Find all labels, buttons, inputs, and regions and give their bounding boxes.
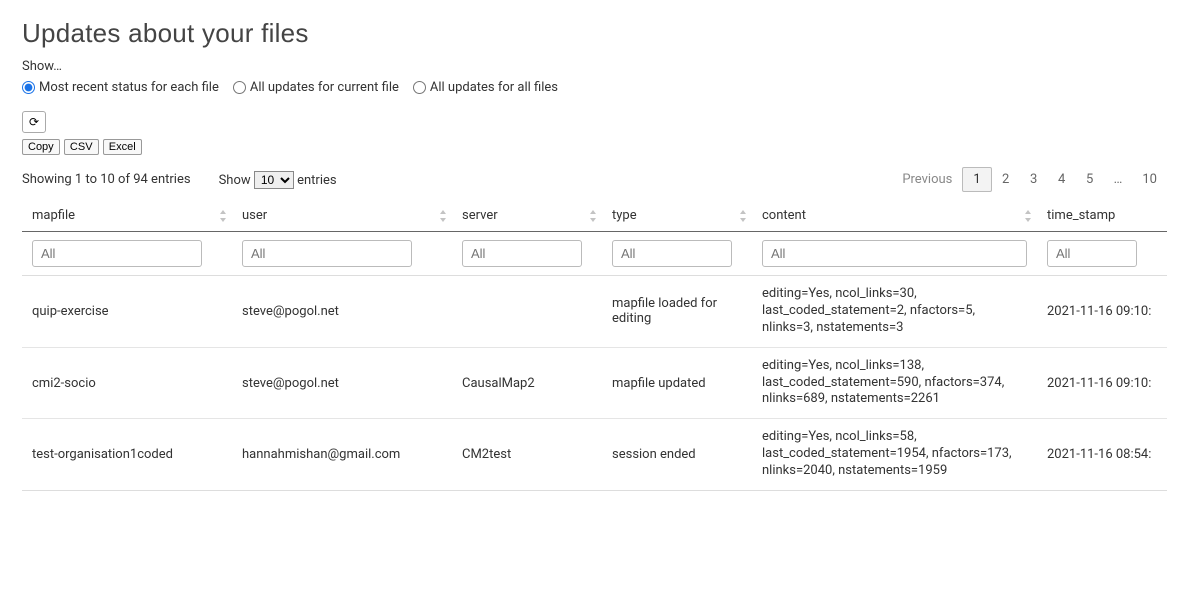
cell-user: steve@pogol.net bbox=[232, 276, 452, 348]
cell-type: mapfile updated bbox=[602, 347, 752, 419]
filter-mapfile[interactable] bbox=[32, 240, 202, 267]
col-header-server-label: server bbox=[462, 208, 498, 223]
sort-icon bbox=[220, 210, 226, 222]
col-header-type[interactable]: type bbox=[602, 200, 752, 232]
radio-current-file[interactable]: All updates for current file bbox=[233, 80, 399, 95]
copy-button[interactable]: Copy bbox=[22, 139, 60, 155]
page-5[interactable]: 5 bbox=[1076, 168, 1104, 191]
col-header-content-label: content bbox=[762, 208, 806, 223]
cell-content: editing=Yes, ncol_links=58, last_coded_s… bbox=[752, 419, 1037, 491]
length-menu-show: Show bbox=[219, 173, 251, 188]
radio-most-recent[interactable]: Most recent status for each file bbox=[22, 80, 219, 95]
refresh-button[interactable]: ⟳ bbox=[22, 111, 46, 133]
radio-all-files-label: All updates for all files bbox=[430, 80, 558, 95]
refresh-icon: ⟳ bbox=[29, 115, 39, 129]
cell-type: session ended bbox=[602, 419, 752, 491]
page-10[interactable]: 10 bbox=[1132, 168, 1167, 191]
show-label: Show… bbox=[22, 59, 1167, 74]
page-previous[interactable]: Previous bbox=[892, 168, 962, 191]
cell-timestamp: 2021-11-16 08:54: bbox=[1037, 419, 1167, 491]
col-header-user[interactable]: user bbox=[232, 200, 452, 232]
col-header-server[interactable]: server bbox=[452, 200, 602, 232]
radio-most-recent-label: Most recent status for each file bbox=[39, 80, 219, 95]
length-menu: Show 10 entries bbox=[219, 171, 337, 189]
cell-server: CM2test bbox=[452, 419, 602, 491]
col-header-mapfile-label: mapfile bbox=[32, 208, 75, 223]
page-1[interactable]: 1 bbox=[962, 167, 991, 192]
page-ellipsis: … bbox=[1104, 168, 1133, 191]
page-4[interactable]: 4 bbox=[1048, 168, 1076, 191]
cell-mapfile: quip-exercise bbox=[22, 276, 232, 348]
filter-server[interactable] bbox=[462, 240, 582, 267]
table-row: test-organisation1coded hannahmishan@gma… bbox=[22, 419, 1167, 491]
col-header-content[interactable]: content bbox=[752, 200, 1037, 232]
table-row: cmi2-socio steve@pogol.net CausalMap2 ma… bbox=[22, 347, 1167, 419]
cell-type: mapfile loaded for editing bbox=[602, 276, 752, 348]
updates-table: mapfile user server type content time_st… bbox=[22, 200, 1167, 491]
filter-user[interactable] bbox=[242, 240, 412, 267]
cell-mapfile: test-organisation1coded bbox=[22, 419, 232, 491]
filter-timestamp[interactable] bbox=[1047, 240, 1137, 267]
cell-server bbox=[452, 276, 602, 348]
radio-all-files[interactable]: All updates for all files bbox=[413, 80, 558, 95]
radio-current-file-label: All updates for current file bbox=[250, 80, 399, 95]
sort-icon bbox=[1025, 210, 1031, 222]
filter-row bbox=[22, 232, 1167, 276]
cell-timestamp: 2021-11-16 09:10: bbox=[1037, 276, 1167, 348]
csv-button[interactable]: CSV bbox=[64, 139, 99, 155]
sort-icon bbox=[440, 210, 446, 222]
cell-mapfile: cmi2-socio bbox=[22, 347, 232, 419]
cell-content: editing=Yes, ncol_links=30, last_coded_s… bbox=[752, 276, 1037, 348]
radio-most-recent-input[interactable] bbox=[22, 81, 35, 94]
cell-content: editing=Yes, ncol_links=138, last_coded_… bbox=[752, 347, 1037, 419]
sort-icon bbox=[740, 210, 746, 222]
entries-info: Showing 1 to 10 of 94 entries bbox=[22, 172, 191, 187]
entries-select[interactable]: 10 bbox=[254, 171, 294, 189]
pagination: Previous 1 2 3 4 5 … 10 bbox=[892, 167, 1167, 192]
sort-icon bbox=[590, 210, 596, 222]
page-3[interactable]: 3 bbox=[1020, 168, 1048, 191]
cell-user: hannahmishan@gmail.com bbox=[232, 419, 452, 491]
table-row: quip-exercise steve@pogol.net mapfile lo… bbox=[22, 276, 1167, 348]
page-2[interactable]: 2 bbox=[992, 168, 1020, 191]
cell-user: steve@pogol.net bbox=[232, 347, 452, 419]
col-header-timestamp-label: time_stamp bbox=[1047, 208, 1115, 223]
length-menu-entries: entries bbox=[297, 173, 337, 188]
col-header-timestamp[interactable]: time_stamp bbox=[1037, 200, 1167, 232]
page-title: Updates about your files bbox=[22, 18, 1167, 49]
cell-server: CausalMap2 bbox=[452, 347, 602, 419]
filter-content[interactable] bbox=[762, 240, 1027, 267]
filter-type[interactable] bbox=[612, 240, 732, 267]
col-header-user-label: user bbox=[242, 208, 267, 223]
col-header-type-label: type bbox=[612, 208, 637, 223]
excel-button[interactable]: Excel bbox=[103, 139, 142, 155]
filter-radios: Most recent status for each file All upd… bbox=[22, 80, 1167, 95]
radio-all-files-input[interactable] bbox=[413, 81, 426, 94]
cell-timestamp: 2021-11-16 09:10: bbox=[1037, 347, 1167, 419]
col-header-mapfile[interactable]: mapfile bbox=[22, 200, 232, 232]
radio-current-file-input[interactable] bbox=[233, 81, 246, 94]
